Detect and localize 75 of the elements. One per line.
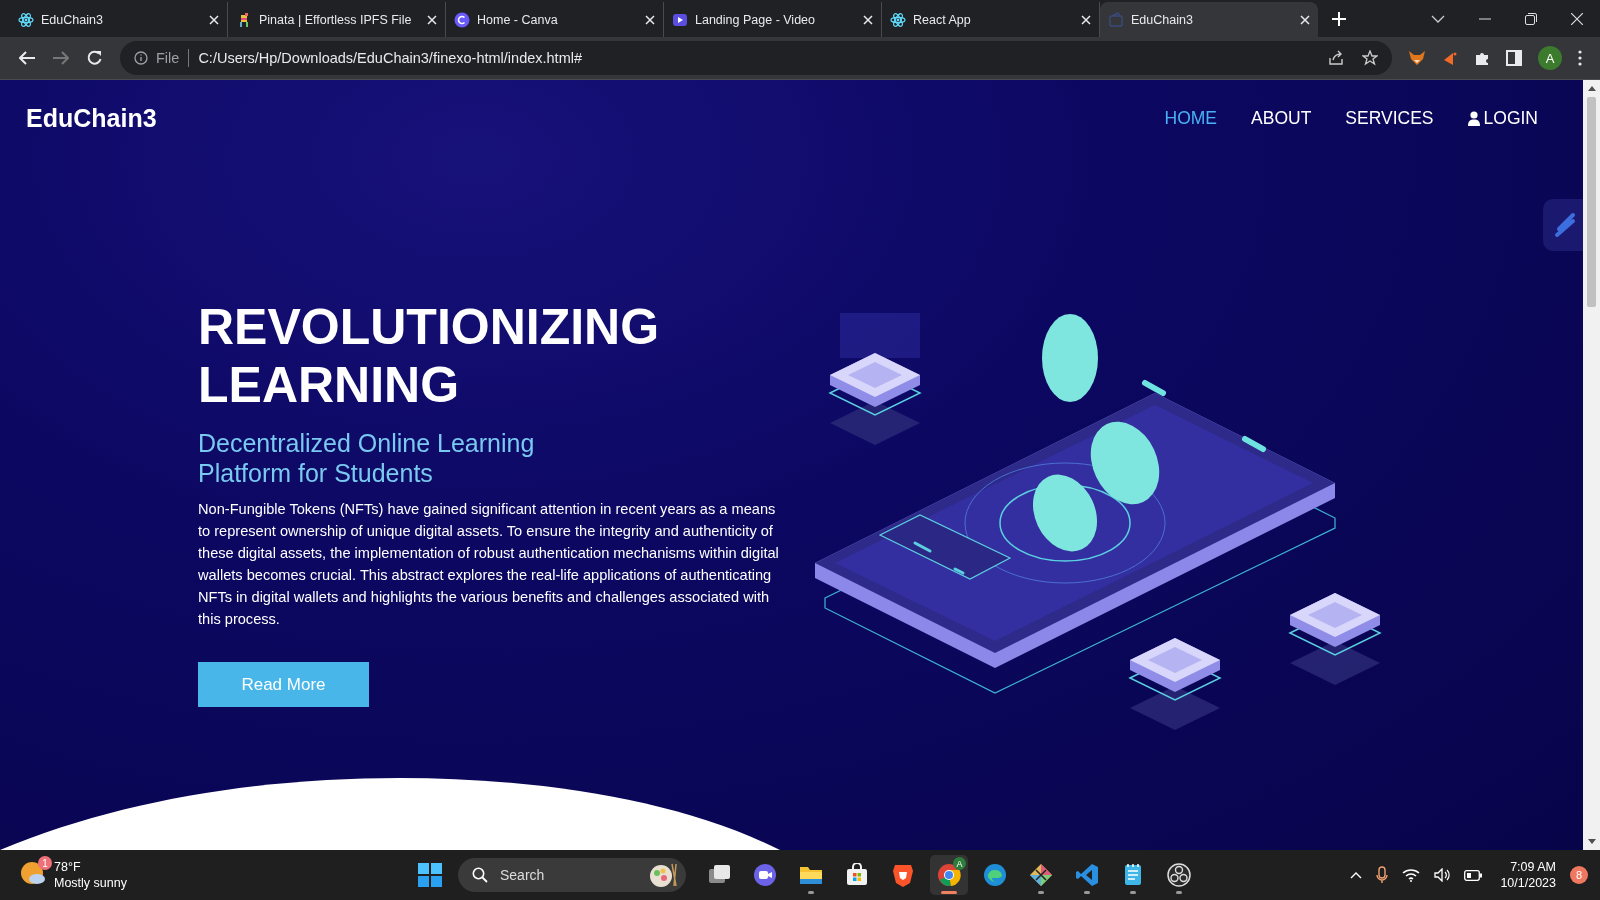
side-widget-icon[interactable] xyxy=(1543,199,1583,251)
speaker-icon[interactable] xyxy=(1434,868,1451,882)
windows-start-icon[interactable] xyxy=(418,863,442,887)
atom-icon xyxy=(18,11,34,28)
chevron-down-icon[interactable] xyxy=(1431,14,1445,23)
diamond-icon xyxy=(1029,863,1053,887)
weather-widget[interactable]: 1 78°F Mostly sunny xyxy=(20,859,410,891)
scrollbar[interactable] xyxy=(1583,80,1600,850)
restore-icon[interactable] xyxy=(1525,12,1537,25)
search-icon xyxy=(472,867,488,883)
video-icon xyxy=(672,11,688,28)
profile-avatar[interactable]: A xyxy=(1538,46,1562,70)
user-icon xyxy=(1467,111,1480,126)
profile-badge: A xyxy=(953,857,966,870)
new-tab-icon[interactable] xyxy=(1332,11,1346,26)
close-icon[interactable] xyxy=(645,14,655,25)
close-icon[interactable] xyxy=(863,14,873,25)
more-menu-icon[interactable] xyxy=(1578,50,1582,66)
puzzle-icon[interactable] xyxy=(1474,50,1490,66)
nav-link[interactable]: ABOUT xyxy=(1251,108,1312,129)
address-bar[interactable]: File C:/Users/Hp/Downloads/EduChain3/finexo-html/index.html# xyxy=(120,41,1392,75)
info-icon[interactable] xyxy=(134,51,148,65)
scroll-down-icon[interactable] xyxy=(1587,839,1596,844)
forward-arrow-icon xyxy=(53,51,69,65)
aperture-icon xyxy=(1167,863,1191,887)
taskbar-app[interactable]: A xyxy=(930,855,968,895)
close-icon[interactable] xyxy=(427,14,437,25)
clock-date: 10/1/2023 xyxy=(1500,875,1556,891)
tab-title: React App xyxy=(913,12,972,27)
weather-icon xyxy=(20,861,46,885)
chevron-up-icon[interactable] xyxy=(1350,871,1363,879)
star-icon[interactable] xyxy=(1362,50,1378,66)
close-icon[interactable] xyxy=(1571,12,1583,25)
side-panel-icon[interactable] xyxy=(1506,50,1522,66)
hero-heading: REVOLUTIONIZING LEARNING xyxy=(198,298,661,414)
tab-title: EduChain3 xyxy=(41,12,104,27)
site-logo[interactable]: EduChain3 xyxy=(26,104,157,133)
shopping-bag-icon xyxy=(845,863,869,887)
tab-title: Home - Canva xyxy=(477,12,559,27)
nav-link[interactable]: LOGIN xyxy=(1467,108,1538,129)
back-arrow-icon[interactable] xyxy=(19,51,35,65)
wifi-icon[interactable] xyxy=(1402,868,1421,882)
temperature: 78°F xyxy=(54,859,82,875)
reload-icon[interactable] xyxy=(87,50,103,66)
tab-title: EduChain3 xyxy=(1131,12,1194,27)
share-icon[interactable] xyxy=(1328,50,1344,66)
code-editor-icon xyxy=(1075,863,1099,887)
taskbar-search-box[interactable]: Search xyxy=(458,858,686,892)
nav-link[interactable]: HOME xyxy=(1164,108,1218,129)
scrollbar-thumb[interactable] xyxy=(1587,97,1596,307)
minimize-icon[interactable] xyxy=(1479,17,1491,20)
battery-icon[interactable] xyxy=(1464,869,1483,881)
hero-subheading: Decentralized Online Learning Platform for Students xyxy=(198,428,536,488)
browser-tab[interactable]: EduChain3 xyxy=(1100,2,1318,37)
atom-icon xyxy=(890,11,906,28)
notification-badge: 1 xyxy=(38,856,52,870)
nav-link[interactable]: SERVICES xyxy=(1345,108,1434,129)
weather-condition: Mostly sunny xyxy=(54,875,127,891)
clock[interactable]: 7:09 AM 10/1/2023 xyxy=(1500,859,1556,891)
tab-title: Pinata | Effortless IPFS File xyxy=(259,12,413,27)
clock-time: 7:09 AM xyxy=(1510,859,1556,875)
close-icon[interactable] xyxy=(209,14,219,25)
video-chat-icon xyxy=(753,863,777,887)
tab-title: Landing Page - Video xyxy=(695,12,816,27)
close-icon[interactable] xyxy=(1300,14,1310,25)
url-text: C:/Users/Hp/Downloads/EduChain3/finexo-html/index.html# xyxy=(198,50,582,66)
food-bowl-icon xyxy=(648,862,678,888)
search-field[interactable]: Search xyxy=(498,866,638,884)
scroll-up-icon[interactable] xyxy=(1587,86,1596,91)
microphone-icon[interactable] xyxy=(1376,866,1389,884)
fox-icon[interactable] xyxy=(1408,50,1426,66)
hero-paragraph: Non-Fungible Tokens (NFTs) have gained significant attention in recent years as a means to represent ownership of unique digital assets. To ensure the integrity and authenticity of these digital assets, the implementation of robust authentication mechanisms within digital wallets becomes crucial. This abstract explores the real-life applications of authenticating NFTs in digital wallets and highlights the various benefits and challenges associated with this process. xyxy=(198,500,780,629)
url-scheme: File xyxy=(156,50,180,66)
close-icon[interactable] xyxy=(1081,14,1091,25)
wallet-icon xyxy=(1108,11,1124,28)
